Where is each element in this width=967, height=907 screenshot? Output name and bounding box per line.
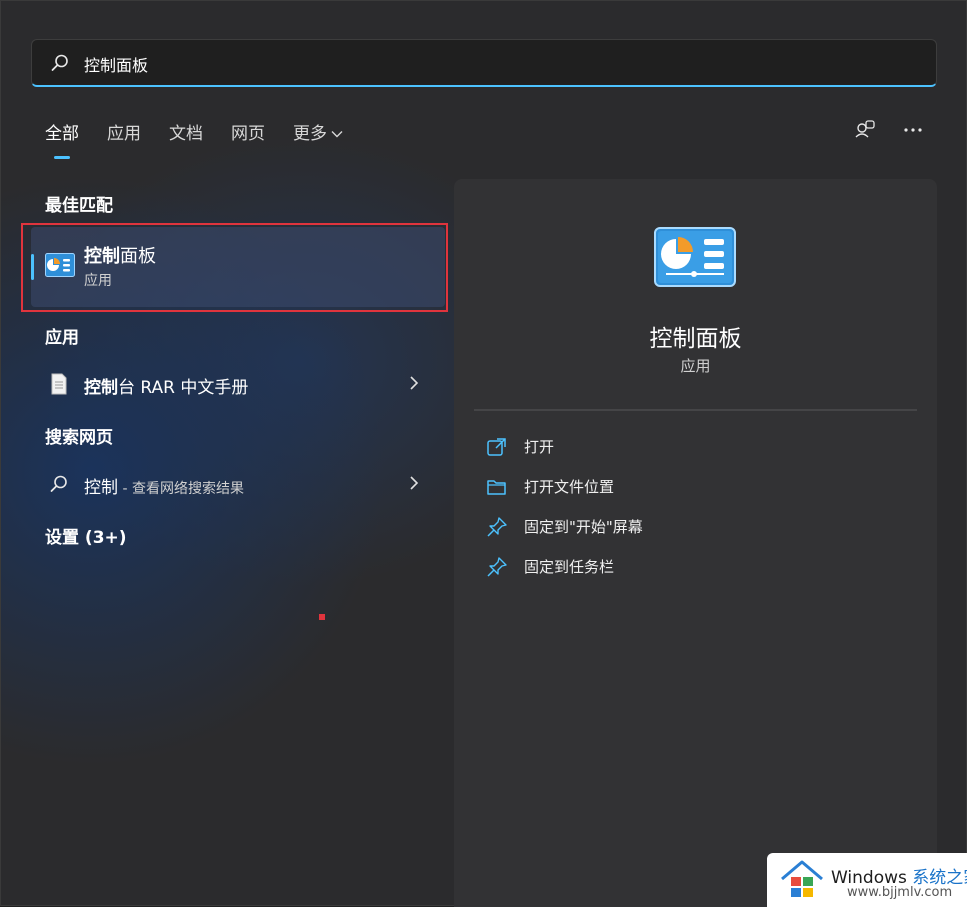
windows-house-logo-icon xyxy=(781,860,823,897)
search-input[interactable] xyxy=(82,50,906,78)
divider xyxy=(474,409,917,411)
search-window: 全部 应用 文档 网页 更多 最佳匹配 xyxy=(0,0,967,907)
search-icon xyxy=(51,54,68,71)
detail-kind: 应用 xyxy=(680,357,711,375)
apps-heading: 应用 xyxy=(45,328,79,348)
watermark-url: www.bjjmlv.com xyxy=(847,885,953,900)
folder-icon xyxy=(487,480,506,495)
settings-heading[interactable]: 设置 (3+) xyxy=(45,523,127,548)
detail-panel: 控制面板 应用 打开 打开文件位置 固定到"开始"屏幕 固定到任务栏 xyxy=(454,179,937,907)
filter-tabs: 全部 应用 文档 网页 更多 xyxy=(45,119,343,159)
search-box[interactable] xyxy=(31,39,937,87)
app-result-label: 控制台 RAR 中文手册 xyxy=(84,378,249,398)
best-match-item[interactable]: 控制面板 应用 xyxy=(31,227,445,307)
control-panel-icon xyxy=(45,253,75,277)
web-result-item[interactable]: 控制 - 查看网络搜索结果 xyxy=(31,464,445,504)
app-result-item[interactable]: 控制台 RAR 中文手册 xyxy=(31,364,445,404)
pin-icon xyxy=(487,517,507,537)
account-switch-icon[interactable] xyxy=(854,119,876,141)
tab-more[interactable]: 更多 xyxy=(293,119,343,159)
tab-documents[interactable]: 文档 xyxy=(169,119,203,159)
web-heading: 搜索网页 xyxy=(45,428,113,448)
more-options-icon[interactable] xyxy=(902,119,924,141)
best-match-name: 控制面板 xyxy=(84,246,156,267)
chevron-right-icon xyxy=(410,376,419,390)
search-icon xyxy=(50,475,67,492)
chevron-right-icon xyxy=(410,476,419,490)
control-panel-icon xyxy=(654,227,736,287)
document-icon xyxy=(51,373,67,395)
tab-all[interactable]: 全部 xyxy=(45,119,79,159)
best-match-kind: 应用 xyxy=(84,273,112,289)
toolbar xyxy=(854,119,924,141)
web-result-label: 控制 - 查看网络搜索结果 xyxy=(84,478,244,498)
best-match-heading: 最佳匹配 xyxy=(45,196,113,216)
pin-icon xyxy=(487,557,507,577)
chevron-down-icon xyxy=(331,127,343,141)
marker-dot xyxy=(319,614,325,620)
open-external-icon xyxy=(487,438,506,456)
tab-apps[interactable]: 应用 xyxy=(107,119,141,159)
watermark: Windows 系统之家 www.bjjmlv.com xyxy=(767,853,967,907)
detail-title: 控制面板 xyxy=(649,326,742,352)
tab-web[interactable]: 网页 xyxy=(231,119,265,159)
